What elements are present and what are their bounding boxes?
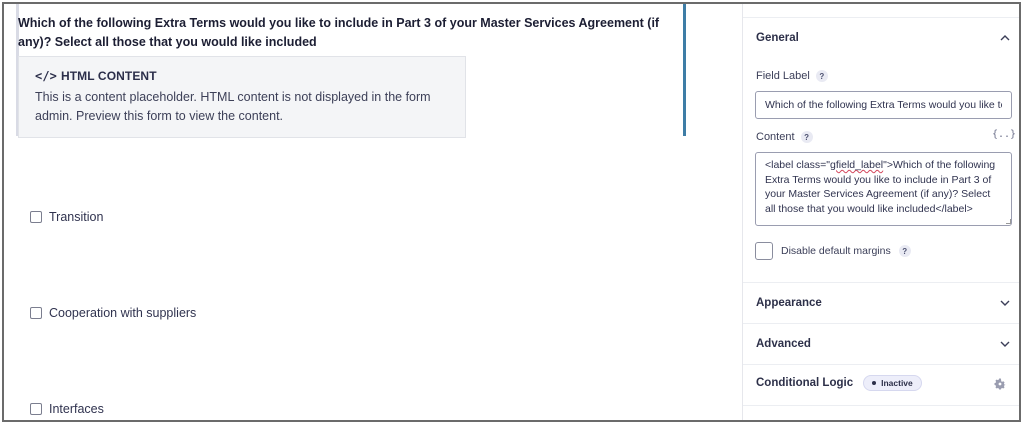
checkbox[interactable] bbox=[30, 403, 42, 415]
resize-handle[interactable] bbox=[1006, 219, 1011, 224]
chevron-up-icon bbox=[1000, 35, 1010, 41]
general-section-toggle[interactable]: General bbox=[756, 31, 1012, 45]
html-content-description: This is a content placeholder. HTML cont… bbox=[35, 90, 431, 123]
checkbox[interactable] bbox=[30, 211, 42, 223]
help-icon[interactable]: ? bbox=[815, 70, 828, 82]
app-frame: Which of the following Extra Terms would… bbox=[2, 2, 1021, 422]
advanced-section-title: Advanced bbox=[756, 338, 811, 350]
disable-margins-label: Disable default margins bbox=[781, 245, 891, 257]
field-label-input[interactable] bbox=[755, 91, 1012, 119]
appearance-section-toggle[interactable]: Appearance bbox=[756, 296, 1012, 310]
html-content-title-text: HTML CONTENT bbox=[60, 69, 157, 83]
form-editor: Which of the following Extra Terms would… bbox=[4, 4, 742, 420]
field-settings-panel: General Field Label ? Content ? {..} <la… bbox=[742, 4, 1019, 420]
code-icon: </> bbox=[35, 69, 57, 83]
help-icon[interactable]: ? bbox=[898, 245, 911, 257]
field-label-label: Field Label ? bbox=[756, 70, 828, 82]
gear-icon[interactable] bbox=[993, 377, 1007, 391]
section-divider bbox=[743, 282, 1019, 283]
field-question-text: Which of the following Extra Terms would… bbox=[18, 16, 660, 49]
chevron-down-icon bbox=[1000, 300, 1010, 306]
general-section-title: General bbox=[756, 32, 799, 44]
disable-margins-checkbox[interactable] bbox=[755, 242, 773, 260]
choice-label: Interfaces bbox=[49, 402, 104, 416]
choice-label: Transition bbox=[49, 210, 104, 224]
html-content-placeholder: </> HTML CONTENT This is a content place… bbox=[18, 56, 466, 138]
checkbox-choice[interactable]: Transition bbox=[30, 210, 103, 224]
merge-tag-icon[interactable]: {..} bbox=[992, 129, 1016, 140]
checkbox-choice[interactable]: Interfaces bbox=[30, 402, 104, 416]
status-badge-text: Inactive bbox=[881, 378, 913, 388]
disable-margins-row[interactable]: Disable default margins ? bbox=[755, 242, 911, 260]
chevron-down-icon bbox=[1000, 341, 1010, 347]
advanced-section-toggle[interactable]: Advanced bbox=[756, 337, 1012, 351]
checkbox-choice[interactable]: Cooperation with suppliers bbox=[30, 306, 196, 320]
content-label: Content ? bbox=[756, 131, 813, 143]
content-textarea[interactable]: <label class="gfield_label">Which of the… bbox=[755, 152, 1012, 226]
content-value-prefix: <label class=" bbox=[765, 159, 831, 171]
content-value-spellcheck: gfield_label bbox=[830, 159, 884, 171]
section-divider bbox=[743, 405, 1019, 406]
conditional-logic-title: Conditional Logic bbox=[756, 377, 854, 389]
checkbox[interactable] bbox=[30, 307, 42, 319]
appearance-section-title: Appearance bbox=[756, 297, 822, 309]
choice-label: Cooperation with suppliers bbox=[49, 306, 197, 320]
section-divider bbox=[743, 364, 1019, 365]
panel-divider bbox=[743, 17, 1019, 18]
content-label-text: Content bbox=[756, 131, 795, 143]
status-dot bbox=[872, 381, 877, 385]
section-divider bbox=[743, 323, 1019, 324]
field-label-text: Field Label bbox=[756, 70, 810, 82]
help-icon[interactable]: ? bbox=[800, 131, 813, 143]
html-content-title: </> HTML CONTENT bbox=[35, 69, 449, 83]
conditional-logic-row[interactable]: Conditional Logic Inactive bbox=[756, 375, 1012, 391]
status-badge: Inactive bbox=[863, 375, 922, 391]
